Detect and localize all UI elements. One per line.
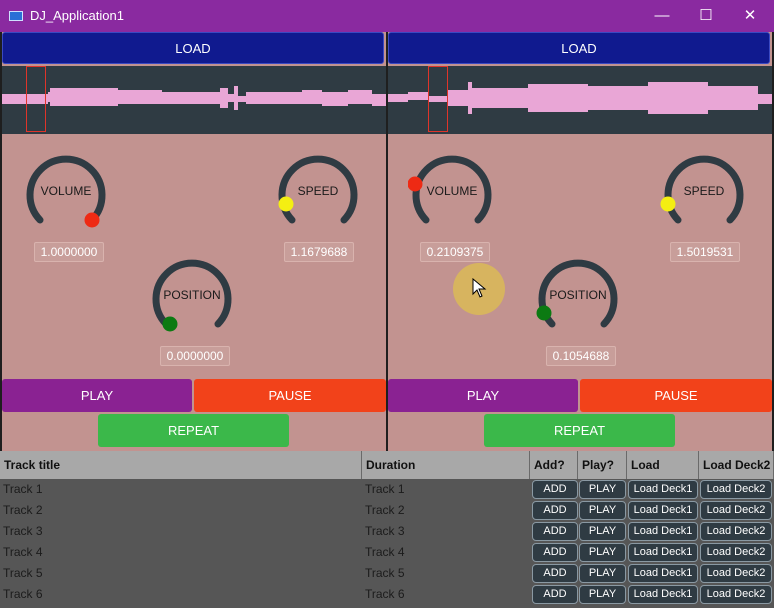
deck1-speed-handle[interactable] (278, 196, 294, 212)
table-row[interactable]: Track 1 Track 1 ADD PLAY Load Deck1 Load Deck… (0, 479, 774, 500)
load-deck1-button[interactable]: Load Deck1 (628, 543, 698, 562)
deck2-repeat-button[interactable]: REPEAT (484, 414, 675, 447)
add-button[interactable]: ADD (532, 543, 578, 562)
row-play-button[interactable]: PLAY (579, 522, 626, 541)
load-deck2-button[interactable]: Load Deck2 (700, 564, 772, 583)
load-deck2-button[interactable]: Load Deck2 (700, 543, 772, 562)
deck2-play-button[interactable]: PLAY (388, 379, 578, 412)
header-duration[interactable]: Duration (362, 451, 530, 479)
deck1-volume-knob[interactable]: VOLUME (22, 144, 122, 244)
deck2-speed-knob[interactable]: SPEED (660, 144, 760, 244)
add-button[interactable]: ADD (532, 522, 578, 541)
row-play-button[interactable]: PLAY (579, 564, 626, 583)
load-deck2-button[interactable]: Load Deck2 (700, 522, 772, 541)
deck1-waveform-graphic (2, 86, 386, 110)
deck2-volume-label: VOLUME (426, 184, 478, 198)
table-row[interactable]: Track 6 Track 6 ADD PLAY Load Deck1 Load Deck… (0, 584, 774, 605)
add-button[interactable]: ADD (532, 585, 578, 604)
header-load-deck2[interactable]: Load Deck2 (699, 451, 774, 479)
deck1-repeat-button[interactable]: REPEAT (98, 414, 289, 447)
row-play-button[interactable]: PLAY (579, 480, 626, 499)
deck-2: LOAD VOLUME 0.2109375 SPEED 1.5019531 PO… (388, 32, 772, 451)
row-play-button[interactable]: PLAY (579, 543, 626, 562)
app-icon (9, 11, 23, 21)
deck1-volume-value[interactable]: 1.0000000 (34, 242, 104, 262)
load-deck2-button[interactable]: Load Deck2 (700, 480, 772, 499)
row-play-button[interactable]: PLAY (579, 501, 626, 520)
window-title: DJ_Application1 (30, 8, 124, 23)
table-row[interactable]: Track 5 Track 5 ADD PLAY Load Deck1 Load Deck… (0, 563, 774, 584)
duration-cell: Track 1 (365, 482, 405, 496)
deck2-speed-label: SPEED (683, 184, 725, 198)
load-deck1-button[interactable]: Load Deck1 (628, 585, 698, 604)
minimize-button[interactable]: — (640, 0, 684, 32)
table-row[interactable]: Track 4 Track 4 ADD PLAY Load Deck1 Load Deck… (0, 542, 774, 563)
duration-cell: Track 3 (365, 524, 405, 538)
load-deck1-button[interactable]: Load Deck1 (628, 501, 698, 520)
header-add[interactable]: Add? (530, 451, 578, 479)
maximize-button[interactable]: ☐ (684, 0, 728, 32)
track-title-cell: Track 6 (3, 587, 43, 601)
deck-1: LOAD VOLUME 1.0000000 SPEED 1.1679688 PO… (2, 32, 386, 451)
table-row[interactable]: Track 2 Track 2 ADD PLAY Load Deck1 Load Deck… (0, 500, 774, 521)
deck1-pause-button[interactable]: PAUSE (194, 379, 386, 412)
header-play[interactable]: Play? (578, 451, 627, 479)
load-deck1-button[interactable]: Load Deck1 (628, 564, 698, 583)
table-header: Track title Duration Add? Play? Load Dec… (0, 451, 774, 500)
deck2-pause-button[interactable]: PAUSE (580, 379, 772, 412)
track-title-cell: Track 2 (3, 503, 43, 517)
deck1-speed-value[interactable]: 1.1679688 (284, 242, 354, 262)
deck2-position-value[interactable]: 0.1054688 (546, 346, 616, 366)
deck1-speed-knob[interactable]: SPEED (274, 144, 374, 244)
duration-cell: Track 4 (365, 545, 405, 559)
deck1-volume-handle[interactable] (84, 212, 100, 228)
deck2-position-label: POSITION (549, 288, 607, 302)
duration-cell: Track 5 (365, 566, 405, 580)
deck2-speed-handle[interactable] (660, 196, 676, 212)
add-button[interactable]: ADD (532, 501, 578, 520)
close-button[interactable]: ✕ (728, 0, 772, 32)
track-title-cell: Track 4 (3, 545, 43, 559)
table-row[interactable]: Track 3 Track 3 ADD PLAY Load Deck1 Load Deck… (0, 521, 774, 542)
deck1-load-button[interactable]: LOAD (2, 32, 384, 64)
deck1-playhead[interactable] (26, 66, 46, 132)
load-deck1-button[interactable]: Load Deck1 (628, 522, 698, 541)
add-button[interactable]: ADD (532, 480, 578, 499)
deck2-load-button[interactable]: LOAD (388, 32, 770, 64)
deck2-waveform[interactable] (388, 66, 772, 134)
deck1-position-handle[interactable] (162, 316, 178, 332)
track-title-cell: Track 3 (3, 524, 43, 538)
deck2-position-handle[interactable] (536, 305, 552, 321)
mouse-pointer-icon (472, 278, 487, 298)
track-title-cell: Track 1 (3, 482, 43, 496)
load-deck1-button[interactable]: Load Deck1 (628, 480, 698, 499)
deck1-speed-label: SPEED (297, 184, 339, 198)
deck2-playhead[interactable] (428, 66, 448, 132)
deck1-position-knob[interactable]: POSITION (148, 248, 248, 348)
deck1-position-label: POSITION (163, 288, 221, 302)
deck2-volume-value[interactable]: 0.2109375 (420, 242, 490, 262)
row-play-button[interactable]: PLAY (579, 585, 626, 604)
deck1-play-button[interactable]: PLAY (2, 379, 192, 412)
header-load-deck1[interactable]: Load Deck1 (627, 451, 699, 500)
header-track-title[interactable]: Track title (0, 451, 362, 479)
deck2-volume-knob[interactable]: VOLUME (408, 144, 508, 244)
deck1-waveform[interactable] (2, 66, 386, 134)
playlist-table: Track title Duration Add? Play? Load Dec… (0, 451, 774, 608)
track-title-cell: Track 5 (3, 566, 43, 580)
deck1-position-value[interactable]: 0.0000000 (160, 346, 230, 366)
add-button[interactable]: ADD (532, 564, 578, 583)
deck1-volume-label: VOLUME (40, 184, 92, 198)
load-deck2-button[interactable]: Load Deck2 (700, 501, 772, 520)
load-deck2-button[interactable]: Load Deck2 (700, 585, 772, 604)
title-bar: DJ_Application1 — ☐ ✕ (0, 0, 774, 32)
duration-cell: Track 2 (365, 503, 405, 517)
deck2-speed-value[interactable]: 1.5019531 (670, 242, 740, 262)
duration-cell: Track 6 (365, 587, 405, 601)
deck2-position-knob[interactable]: POSITION (534, 248, 634, 348)
